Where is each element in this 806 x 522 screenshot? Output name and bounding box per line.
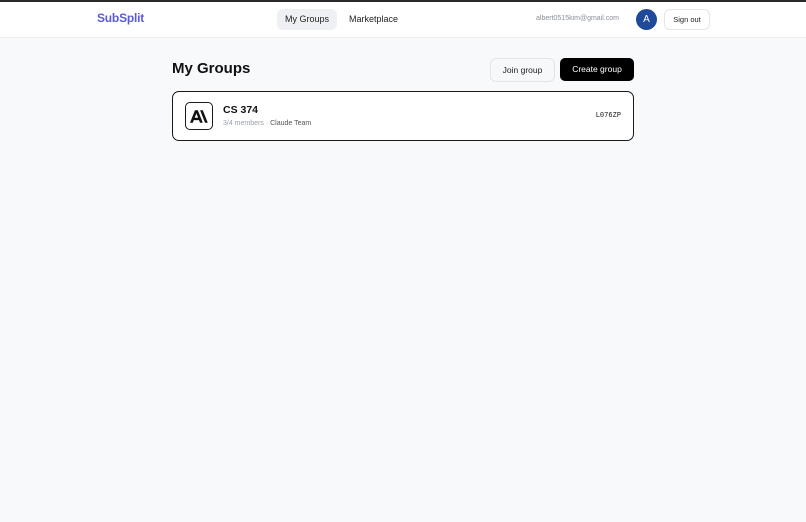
create-group-button[interactable]: Create group: [560, 58, 634, 81]
tab-my-groups[interactable]: My Groups: [277, 9, 338, 30]
user-email: albert0515kim@gmail.com: [536, 15, 619, 22]
sign-out-button[interactable]: Sign out: [664, 9, 710, 30]
group-invite-code: L076ZP: [595, 111, 621, 119]
main-nav: My Groups Marketplace: [277, 9, 406, 30]
join-group-button[interactable]: Join group: [490, 58, 555, 82]
group-card[interactable]: CS 374 3/4 members · Claude Team L076ZP: [172, 91, 634, 141]
group-meta: 3/4 members · Claude Team: [223, 120, 311, 127]
top-header: SubSplit My Groups Marketplace albert051…: [0, 2, 806, 38]
group-members: 3/4 members: [223, 120, 264, 127]
avatar[interactable]: A: [636, 9, 657, 30]
group-name: CS 374: [223, 104, 259, 116]
tab-marketplace[interactable]: Marketplace: [341, 9, 406, 30]
group-plan: Claude Team: [270, 120, 312, 127]
anthropic-logo-icon: [185, 102, 213, 130]
brand-logo[interactable]: SubSplit: [97, 11, 144, 25]
page-title: My Groups: [172, 60, 251, 77]
